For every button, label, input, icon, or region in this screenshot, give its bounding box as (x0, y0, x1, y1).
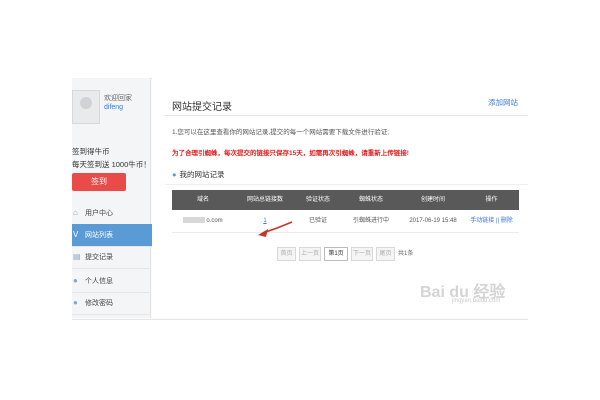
total-count: 共1条 (398, 251, 414, 257)
next-page-button[interactable]: 下一页 (351, 247, 373, 261)
annotation-arrow (258, 221, 293, 237)
last-page-button[interactable]: 尾页 (376, 247, 395, 261)
prev-page-button[interactable]: 上一页 (299, 247, 321, 261)
first-page-button[interactable]: 首页 (277, 247, 296, 261)
watermark-url: jingyan.baidu.com (452, 298, 501, 304)
current-page: 第1页 (324, 247, 348, 261)
